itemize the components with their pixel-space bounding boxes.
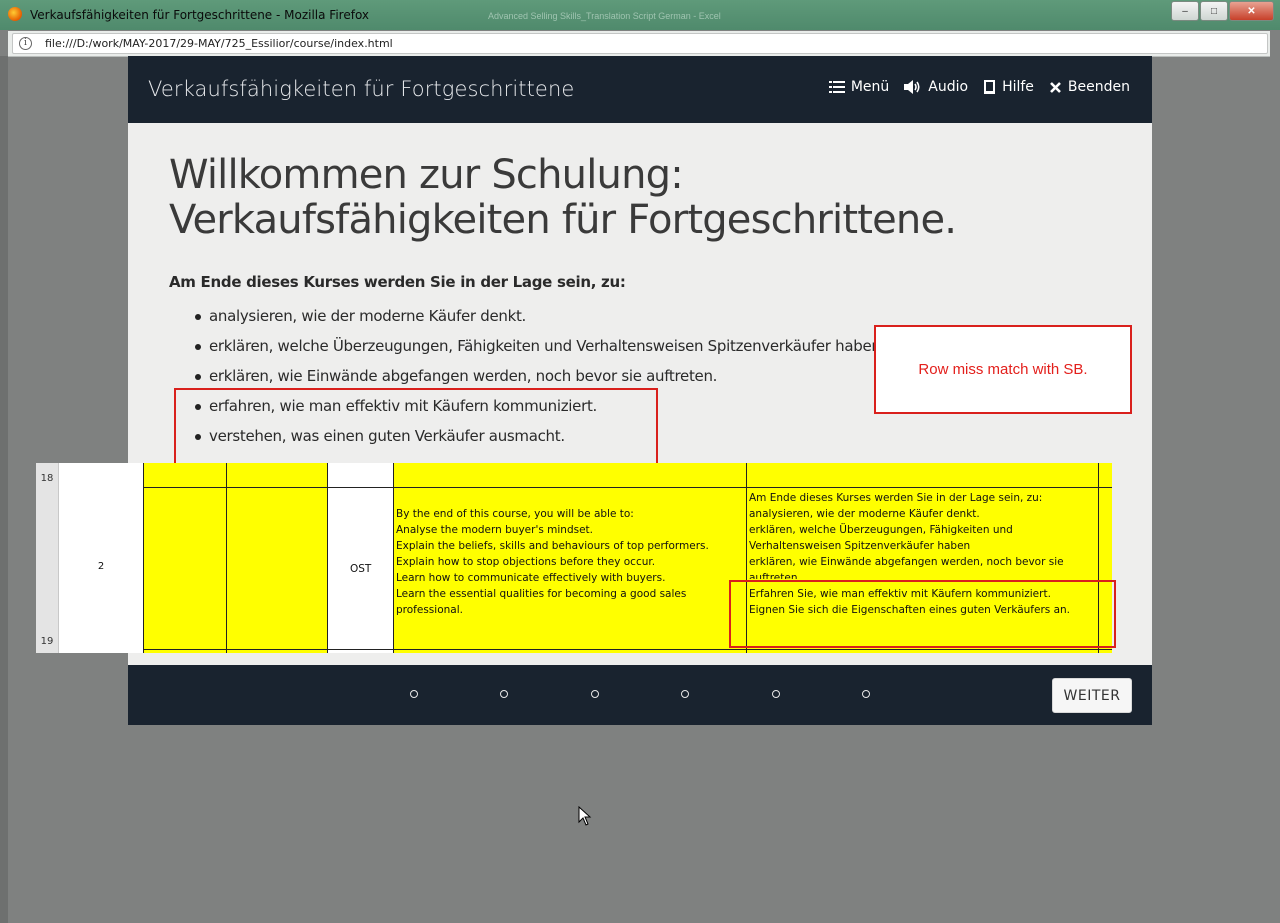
url-text[interactable]: file:///D:/work/MAY-2017/29-MAY/725_Essi… — [45, 37, 393, 50]
nav-audio-label: Audio — [928, 79, 969, 95]
info-icon[interactable]: i — [19, 37, 32, 50]
nav-exit-label: Beenden — [1067, 79, 1130, 95]
address-bar-area: i file:///D:/work/MAY-2017/29-MAY/725_Es… — [8, 31, 1270, 57]
english-line: Learn the essential qualities for becomi… — [396, 588, 687, 600]
german-line: erklären, welche Überzeugungen, Fähigkei… — [749, 524, 1013, 536]
course-title: Verkaufsfähigkeiten für Fortgeschrittene — [148, 77, 575, 101]
objective-item: erklären, welche Überzeugungen, Fähigkei… — [169, 331, 885, 361]
course-nav: Menü Audio Hilfe Beenden — [828, 79, 1130, 95]
row-border — [143, 487, 1112, 488]
german-line: Am Ende dieses Kurses werden Sie in der … — [749, 492, 1043, 504]
progress-dot[interactable] — [500, 690, 508, 698]
book-icon — [984, 80, 996, 94]
objective-item: erklären, wie Einwände abgefangen werden… — [169, 361, 885, 391]
type-cell: OST — [327, 463, 393, 653]
german-line: erklären, wie Einwände abgefangen werden… — [749, 556, 1064, 568]
type-label: OST — [350, 563, 372, 575]
nav-menu[interactable]: Menü — [828, 79, 890, 95]
course-footer: WEITER — [128, 665, 1152, 725]
highlight-sheet-rows — [729, 580, 1116, 648]
nav-help-label: Hilfe — [1002, 79, 1034, 95]
german-line: analysieren, wie der moderne Käufer denk… — [749, 508, 980, 520]
window-titlebar: Verkaufsfähigkeiten für Fortgeschrittene… — [0, 0, 1280, 30]
english-line: Learn how to communicate effectively wit… — [396, 572, 666, 584]
mouse-cursor-icon — [578, 806, 592, 826]
nav-exit[interactable]: Beenden — [1049, 79, 1130, 95]
english-line: professional. — [396, 604, 463, 616]
screen-number-cell: 2 — [97, 561, 105, 572]
maximize-button[interactable]: □ — [1200, 1, 1228, 21]
empty-cell — [143, 463, 227, 653]
page-heading: Willkommen zur Schulung: Verkaufsfähigke… — [169, 152, 957, 243]
window-controls: – □ ✕ — [1171, 1, 1274, 21]
progress-dot[interactable] — [772, 690, 780, 698]
course-header: Verkaufsfähigkeiten für Fortgeschrittene… — [128, 56, 1152, 123]
menu-list-icon — [828, 81, 845, 93]
address-bar[interactable]: i file:///D:/work/MAY-2017/29-MAY/725_Es… — [12, 33, 1268, 54]
close-x-icon — [1050, 81, 1061, 93]
review-note-text: Row miss match with SB. — [918, 361, 1088, 378]
row-header: 18 19 — [36, 463, 59, 653]
minimize-button[interactable]: – — [1171, 1, 1199, 21]
row-border — [143, 649, 1112, 650]
speaker-icon — [904, 80, 920, 94]
progress-dot[interactable] — [681, 690, 689, 698]
highlight-course-rows — [174, 388, 658, 469]
english-line: Explain how to stop objections before th… — [396, 556, 656, 568]
german-line: auftreten. — [749, 572, 801, 579]
progress-dot[interactable] — [410, 690, 418, 698]
row-number: 19 — [40, 636, 54, 647]
row-number: 18 — [40, 473, 54, 484]
english-text-cell: By the end of this course, you will be a… — [393, 463, 747, 653]
english-line: By the end of this course, you will be a… — [396, 508, 634, 520]
objective-item: analysieren, wie der moderne Käufer denk… — [169, 301, 885, 331]
review-note-box: Row miss match with SB. — [874, 325, 1132, 414]
progress-dot[interactable] — [862, 690, 870, 698]
window-left-edge — [0, 56, 8, 923]
german-line: Verhaltensweisen Spitzenverkäufer haben — [749, 540, 971, 552]
objectives-lead: Am Ende dieses Kurses werden Sie in der … — [169, 273, 626, 291]
empty-cell — [226, 463, 328, 653]
background-window-title: Advanced Selling Skills_Translation Scri… — [488, 11, 721, 21]
progress-dot[interactable] — [591, 690, 599, 698]
close-window-button[interactable]: ✕ — [1229, 1, 1274, 21]
firefox-logo-icon — [8, 7, 22, 21]
nav-menu-label: Menü — [850, 79, 890, 95]
next-button[interactable]: WEITER — [1052, 678, 1132, 713]
english-line: Explain the beliefs, skills and behaviou… — [396, 540, 709, 552]
nav-help[interactable]: Hilfe — [983, 79, 1034, 95]
nav-audio[interactable]: Audio — [904, 79, 968, 95]
window-title: Verkaufsfähigkeiten für Fortgeschrittene… — [30, 8, 370, 22]
english-line: Analyse the modern buyer's mindset. — [396, 524, 593, 536]
